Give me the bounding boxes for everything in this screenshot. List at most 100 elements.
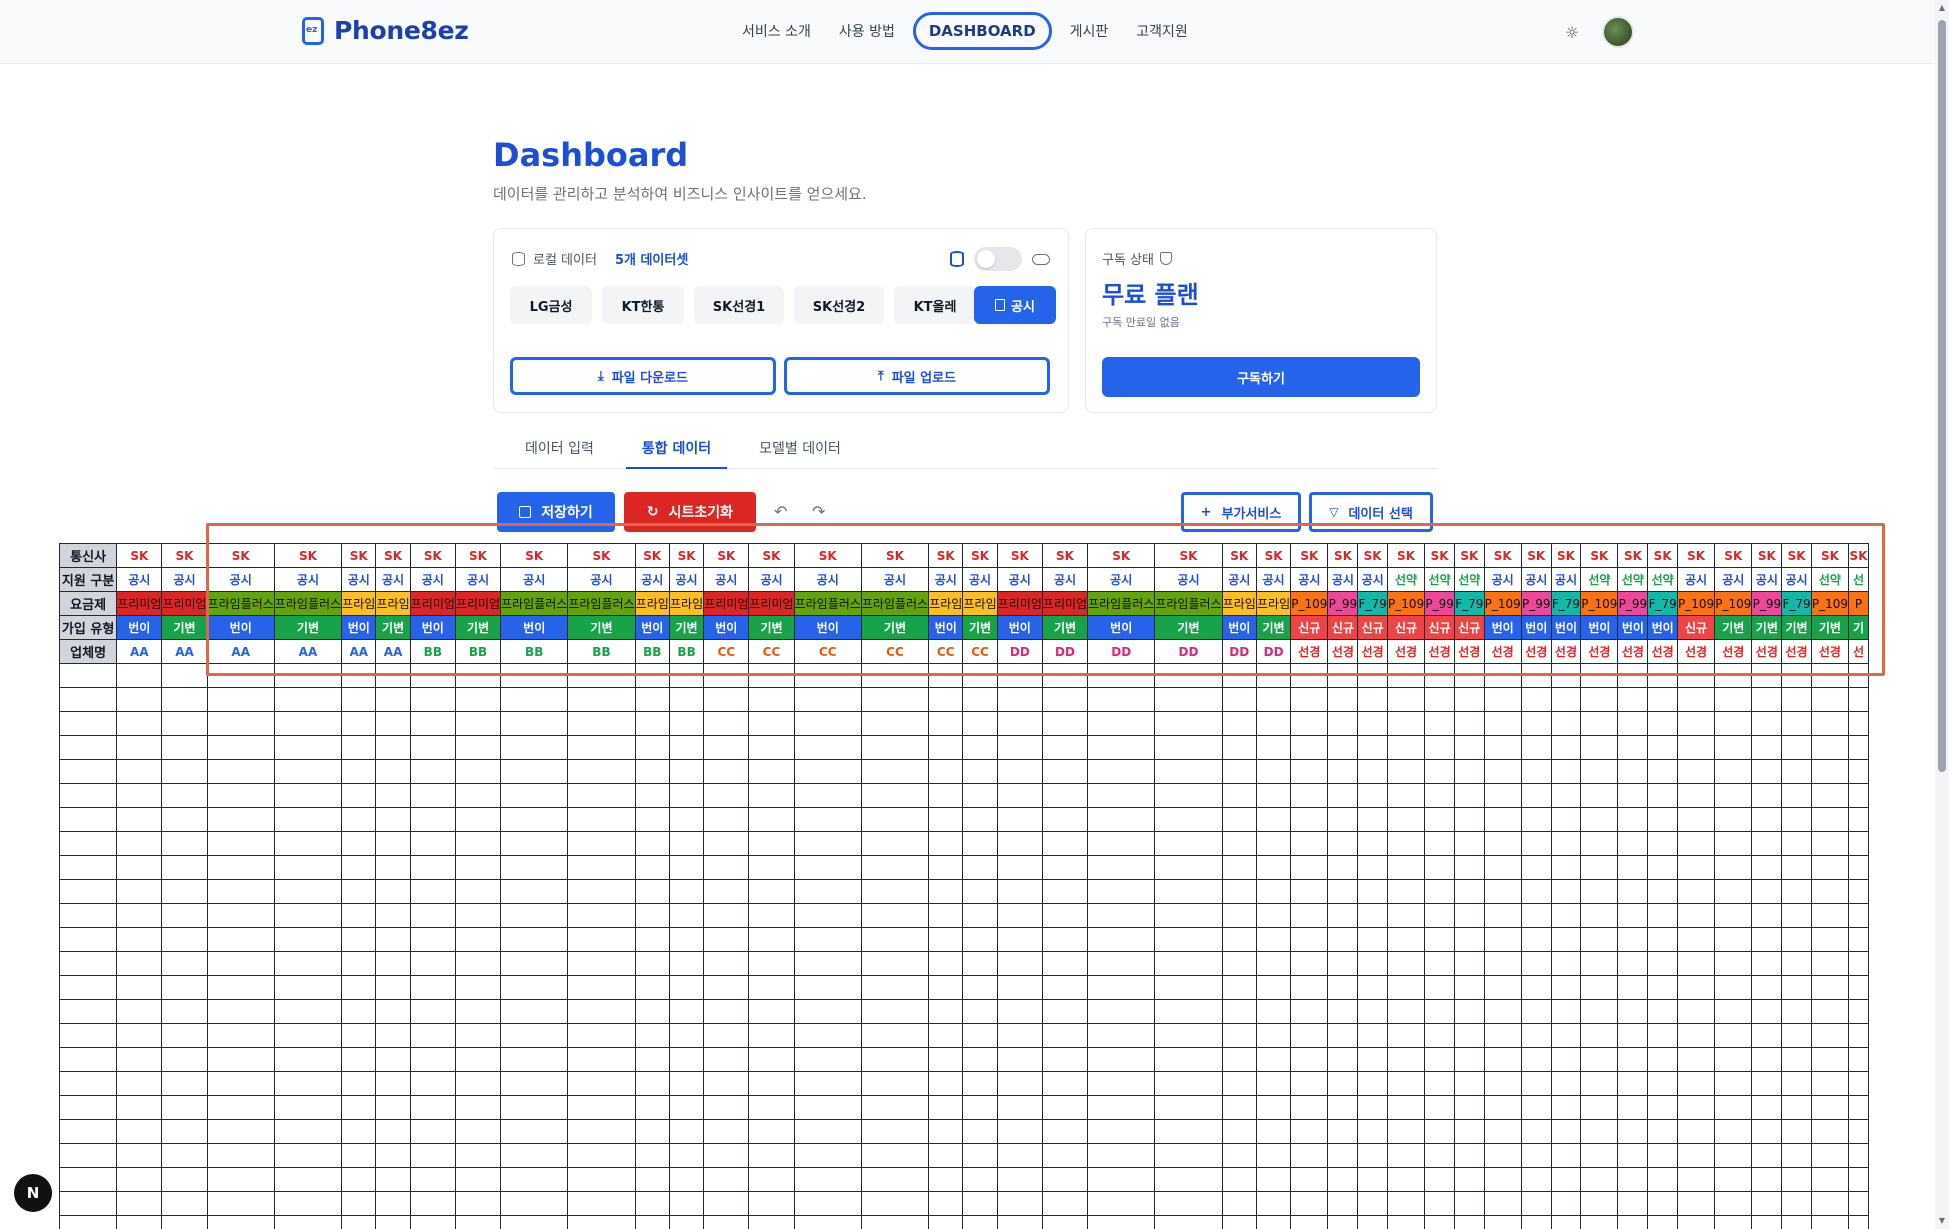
sheet-cell-empty[interactable] [341,831,377,856]
sheet-cell-empty[interactable] [116,663,163,688]
sheet-cell-empty[interactable] [668,735,705,760]
sheet-cell-empty[interactable] [1087,663,1156,688]
sheet-cell-empty[interactable] [1647,1215,1678,1229]
sheet-cell-empty[interactable] [1154,711,1223,736]
sheet-cell-empty[interactable] [928,1071,964,1096]
sheet-cell-empty[interactable] [1041,1119,1089,1144]
sheet-cell-empty[interactable] [1424,735,1456,760]
sheet-cell-empty[interactable] [1454,1095,1485,1120]
sheet-cell[interactable]: 선경 [1454,639,1485,664]
sheet-cell-empty[interactable] [1781,663,1812,688]
sheet-cell-empty[interactable] [1550,735,1582,760]
sheet-cell-empty[interactable] [1580,807,1619,832]
sheet-cell[interactable]: P_99 [1424,591,1456,616]
sheet-cell-empty[interactable] [668,1215,705,1229]
sheet-cell-empty[interactable] [375,1071,411,1096]
sheet-cell-empty[interactable] [996,975,1043,1000]
sheet-cell-empty[interactable] [1221,759,1257,784]
sheet-cell-empty[interactable] [567,903,636,928]
sheet-cell[interactable]: 선 [1848,639,1869,664]
sheet-cell-empty[interactable] [273,735,343,760]
sheet-cell-empty[interactable] [703,975,750,1000]
sheet-cell[interactable]: P_99 [1751,591,1783,616]
sheet-cell[interactable]: 공시 [375,567,411,592]
sheet-cell-empty[interactable] [1386,1047,1426,1072]
sheet-cell-empty[interactable] [1617,1047,1649,1072]
sheet-cell-empty[interactable] [1580,759,1619,784]
sheet-cell-empty[interactable] [928,951,964,976]
sheet-cell-empty[interactable] [1781,927,1812,952]
sheet-cell-empty[interactable] [1087,1119,1156,1144]
sheet-cell-empty[interactable] [996,1215,1043,1229]
sheet-cell-empty[interactable] [668,1047,705,1072]
sheet-cell-empty[interactable] [1386,1215,1426,1229]
sheet-cell[interactable]: 기변 [860,615,930,640]
sheet-cell[interactable]: SK [161,543,208,568]
sheet-cell[interactable]: 공시 [1041,567,1089,592]
sheet-cell-empty[interactable] [1424,1167,1456,1192]
sheet-cell[interactable]: P_109 [1714,591,1753,616]
sheet-cell-empty[interactable] [748,1191,795,1216]
sheet-cell-empty[interactable] [1454,1047,1485,1072]
sheet-cell-empty[interactable] [928,1167,964,1192]
sheet-cell-empty[interactable] [1255,807,1292,832]
sheet-cell-empty[interactable] [500,951,569,976]
sheet-cell-empty[interactable] [634,759,670,784]
sheet-cell[interactable]: 신규 [1327,615,1359,640]
sheet-cell[interactable]: SK [1041,543,1089,568]
sheet-cell-empty[interactable] [1424,879,1456,904]
sheet-cell[interactable]: AA [341,639,377,664]
sheet-cell-empty[interactable] [1454,783,1485,808]
sheet-cell-empty[interactable] [1154,951,1223,976]
sheet-cell-empty[interactable] [703,1143,750,1168]
sheet-cell-empty[interactable] [1041,1167,1089,1192]
dataset-button-kt[interactable]: KT한통 [602,286,684,324]
sheet-cell-empty[interactable] [1647,975,1678,1000]
sheet-cell-empty[interactable] [1550,711,1582,736]
sheet-cell[interactable]: BB [567,639,636,664]
sheet-cell-empty[interactable] [1781,1119,1812,1144]
sheet-cell[interactable]: 번이 [634,615,670,640]
sheet-cell-empty[interactable] [1617,783,1649,808]
sheet-cell-empty[interactable] [962,711,998,736]
sheet-cell-empty[interactable] [668,783,705,808]
sheet-cell-empty[interactable] [1751,1023,1783,1048]
sheet-cell-empty[interactable] [1290,999,1329,1024]
sheet-cell-empty[interactable] [928,1023,964,1048]
sheet-cell-empty[interactable] [1781,1047,1812,1072]
sheet-cell-empty[interactable] [1810,711,1850,736]
sheet-cell-empty[interactable] [996,711,1043,736]
sheet-cell-empty[interactable] [1676,927,1716,952]
sheet-cell-empty[interactable] [500,759,569,784]
sheet-cell-empty[interactable] [273,1047,343,1072]
sheet-cell-empty[interactable] [206,1023,275,1048]
sheet-cell-empty[interactable] [206,1071,275,1096]
sheet-cell[interactable]: 번이 [928,615,964,640]
sheet-cell-empty[interactable] [567,1191,636,1216]
sheet-cell-empty[interactable] [500,975,569,1000]
sheet-cell-empty[interactable] [668,711,705,736]
sheet-cell[interactable]: 번이 [703,615,750,640]
sheet-cell-empty[interactable] [1751,807,1783,832]
sheet-cell-empty[interactable] [1714,831,1753,856]
sheet-cell-empty[interactable] [634,807,670,832]
sheet-cell-empty[interactable] [1483,1023,1522,1048]
sheet-cell-empty[interactable] [1454,879,1485,904]
nav-dashboard[interactable]: DASHBOARD [912,12,1052,50]
sheet-cell-empty[interactable] [1810,999,1850,1024]
sheet-cell-empty[interactable] [1810,903,1850,928]
sheet-cell[interactable]: 기변 [1714,615,1753,640]
sheet-cell-empty[interactable] [409,1119,456,1144]
sheet-cell-empty[interactable] [748,927,795,952]
sheet-cell-empty[interactable] [1848,927,1869,952]
sheet-cell-empty[interactable] [1154,783,1223,808]
row-header-empty[interactable] [59,1023,118,1048]
sheet-cell[interactable]: SK [1714,543,1753,568]
sheet-cell[interactable]: SK [1221,543,1257,568]
sheet-cell-empty[interactable] [996,855,1043,880]
sheet-cell-empty[interactable] [1221,1167,1257,1192]
sheet-cell-empty[interactable] [1751,879,1783,904]
sheet-cell-empty[interactable] [1290,1167,1329,1192]
sheet-cell-empty[interactable] [1848,831,1869,856]
sheet-cell-empty[interactable] [161,855,208,880]
